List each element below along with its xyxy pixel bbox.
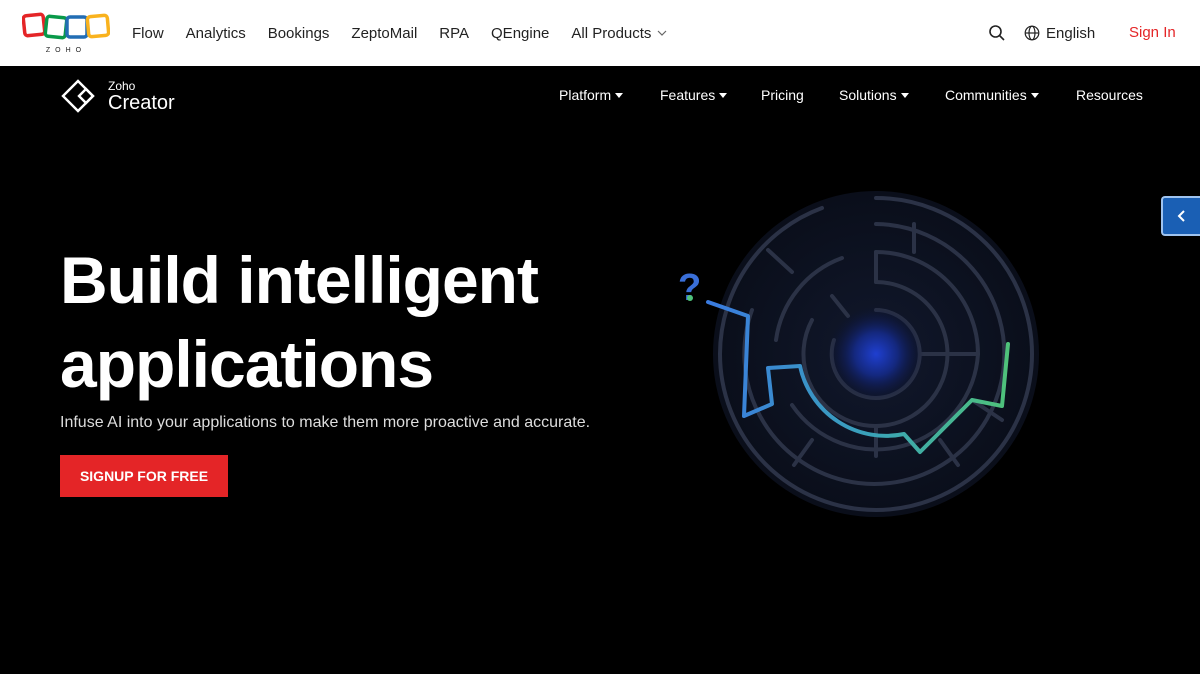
zoho-logo[interactable]: ZOHO: [22, 12, 110, 56]
nav-label: Features: [660, 87, 716, 103]
hero-subtitle: Infuse AI into your applications to make…: [60, 414, 591, 431]
question-mark: ?: [678, 267, 701, 309]
top-nav-label: All Products: [571, 24, 652, 42]
hero-title-line-1: Build intelligent: [60, 243, 539, 317]
nav-communities[interactable]: Communities: [945, 87, 1039, 103]
chevron-down-icon: [658, 30, 667, 36]
nav-features[interactable]: Features: [660, 87, 728, 103]
top-nav-label: Flow: [132, 24, 164, 42]
top-nav-label: RPA: [439, 24, 470, 42]
search-icon[interactable]: [988, 24, 1006, 42]
nav-platform[interactable]: Platform: [559, 87, 624, 103]
caret-down-icon: [615, 92, 624, 98]
top-nav-label: Bookings: [267, 24, 330, 42]
signup-for-free-button[interactable]: SIGNUP FOR FREE: [60, 455, 228, 497]
zoho-logo-text: ZOHO: [46, 47, 86, 54]
nav-label: Platform: [559, 87, 612, 103]
nav-label: Resources: [1076, 87, 1143, 103]
creator-nav: Platform Features Pricing Solutions Comm…: [0, 66, 1200, 126]
maze-core-glow: [828, 306, 924, 402]
sign-in-link[interactable]: Sign In: [1129, 24, 1176, 41]
nav-label: Communities: [945, 87, 1027, 103]
top-nav-label: QEngine: [491, 24, 550, 42]
top-nav-label: Analytics: [185, 24, 246, 42]
top-nav-analytics[interactable]: Analytics: [186, 25, 246, 42]
globe-icon: [1024, 25, 1040, 41]
creator-header: Zoho Creator Platform Features Pricing S…: [0, 66, 1200, 126]
maze-illustration: ?: [678, 191, 1039, 517]
top-nav-label: ZeptoMail: [351, 24, 418, 42]
side-panel-toggle[interactable]: [1161, 196, 1200, 236]
nav-label: Pricing: [761, 87, 804, 103]
nav-pricing[interactable]: Pricing: [761, 87, 804, 103]
nav-solutions[interactable]: Solutions: [839, 87, 909, 103]
nav-label: Solutions: [839, 87, 897, 103]
caret-down-icon: [900, 92, 909, 98]
top-nav-all-products[interactable]: All Products: [571, 25, 667, 42]
zoho-top-bar: ZOHO Flow Analytics Bookings ZeptoMail R…: [0, 0, 1200, 66]
question-mark-dot: [687, 295, 693, 301]
top-nav-rpa[interactable]: RPA: [439, 25, 469, 42]
language-selector[interactable]: English: [1024, 22, 1095, 44]
top-nav-bookings[interactable]: Bookings: [268, 25, 330, 42]
caret-down-icon: [719, 92, 728, 98]
hero-title: Build intelligent applications: [60, 238, 620, 406]
caret-down-icon: [1030, 92, 1039, 98]
top-nav-zeptomail[interactable]: ZeptoMail: [351, 25, 417, 42]
top-nav-flow[interactable]: Flow: [132, 25, 164, 42]
top-nav-qengine[interactable]: QEngine: [491, 25, 549, 42]
chevron-left-icon: [1177, 210, 1185, 222]
nav-resources[interactable]: Resources: [1076, 87, 1143, 103]
top-nav: Flow Analytics Bookings ZeptoMail RPA QE…: [132, 0, 689, 66]
hero-title-line-2: applications: [60, 327, 434, 401]
language-label: English: [1046, 24, 1096, 42]
